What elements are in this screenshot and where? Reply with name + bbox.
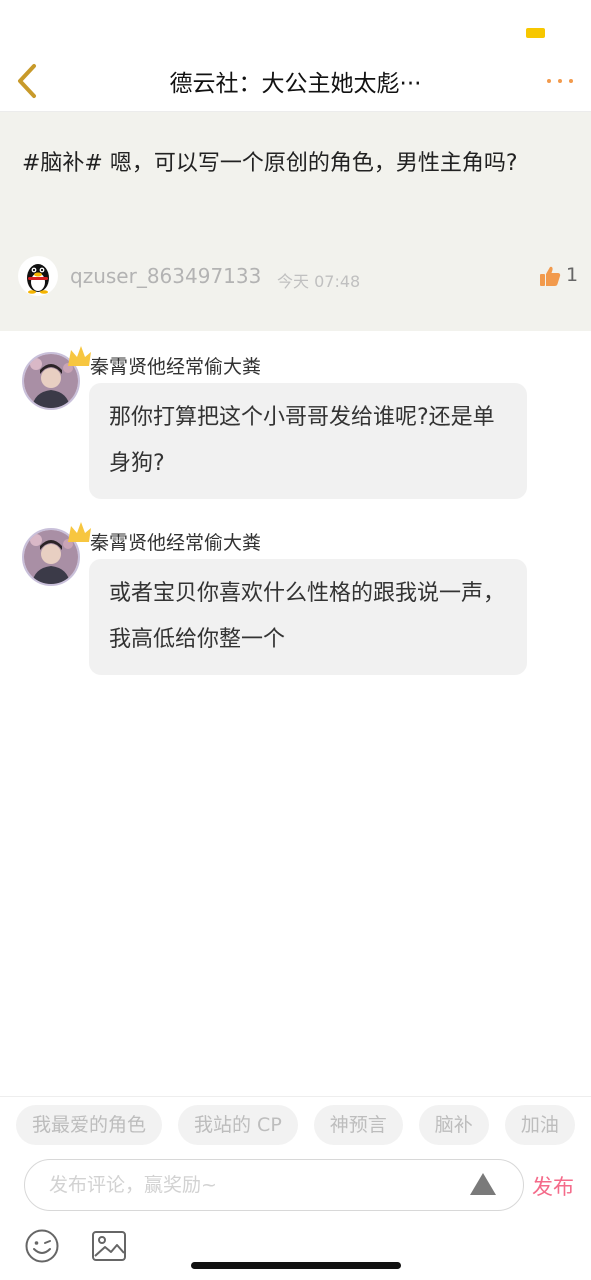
original-post: #脑补# 嗯，可以写一个原创的角色，男性主角吗? qzuser_86349713…	[0, 112, 591, 331]
comment-bubble: 那你打算把这个小哥哥发给谁呢?还是单身狗?	[89, 383, 527, 499]
home-indicator[interactable]	[191, 1262, 401, 1269]
quick-tag[interactable]: 神预言	[313, 1105, 403, 1145]
more-dot	[558, 79, 562, 83]
smile-icon	[25, 1229, 59, 1263]
comment-input[interactable]	[24, 1159, 524, 1211]
like-count: 1	[566, 264, 579, 286]
post-text: #脑补# 嗯，可以写一个原创的角色，男性主角吗?	[22, 151, 518, 176]
comment-bubble: 或者宝贝你喜欢什么性格的跟我说一声，我高低给你整一个	[89, 559, 527, 675]
avatar[interactable]	[18, 256, 58, 296]
more-dot	[569, 79, 573, 83]
image-icon	[92, 1231, 126, 1261]
quick-tag[interactable]: 我最爱的角色	[16, 1105, 163, 1145]
quick-tag[interactable]: 加油	[504, 1105, 575, 1145]
publish-button[interactable]: 发布	[532, 1171, 574, 1201]
post-timestamp: 今天 07:48	[277, 272, 361, 291]
comment-author[interactable]: 秦霄贤他经常偷大粪	[90, 528, 261, 555]
status-bar	[0, 0, 591, 50]
back-button[interactable]	[10, 62, 46, 100]
quick-tag-bar: 我最爱的角色 我站的 CP 神预言 脑补 加油	[0, 1096, 591, 1152]
qq-penguin-icon	[27, 264, 49, 294]
like-button[interactable]	[539, 265, 561, 287]
thumbs-up-icon	[540, 266, 561, 286]
mountain-icon[interactable]	[468, 1171, 498, 1197]
quick-tag[interactable]: 我站的 CP	[178, 1105, 298, 1145]
nav-bar: 德云社：大公主她太彪···	[0, 50, 591, 112]
comment-author[interactable]: 秦霄贤他经常偷大粪	[90, 352, 261, 379]
more-dot	[547, 79, 551, 83]
quick-tag[interactable]: 脑补	[418, 1105, 489, 1145]
battery-icon	[526, 28, 545, 38]
image-button[interactable]	[91, 1230, 127, 1262]
post-username[interactable]: qzuser_863497133	[70, 264, 261, 288]
emoji-button[interactable]	[24, 1228, 60, 1264]
comment-composer: 发布	[0, 1156, 591, 1214]
bottom-toolbar	[0, 1222, 591, 1280]
more-button[interactable]	[543, 68, 577, 94]
chevron-left-icon	[18, 64, 36, 98]
page-title: 德云社：大公主她太彪···	[169, 71, 422, 97]
